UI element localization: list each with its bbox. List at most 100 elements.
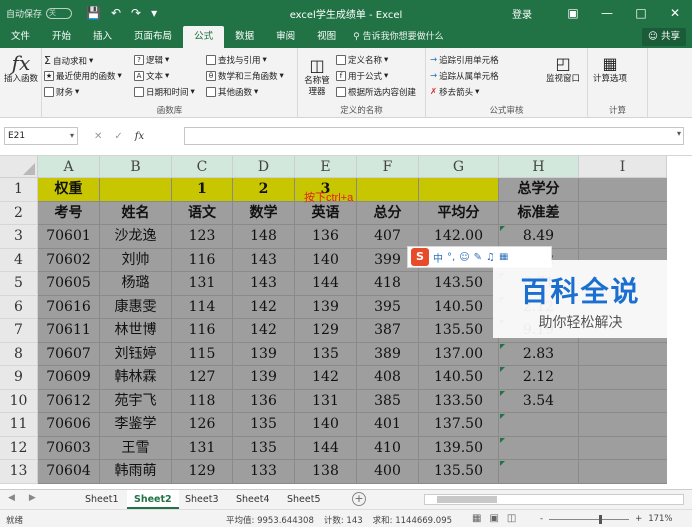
use-in-formula-button[interactable]: f 用于公式 ▾ bbox=[336, 70, 388, 82]
cell-i9[interactable] bbox=[579, 366, 667, 390]
row-header-5[interactable]: 5 bbox=[0, 272, 38, 296]
cell-e10[interactable]: 131 bbox=[295, 389, 357, 413]
cell-c11[interactable]: 126 bbox=[172, 413, 233, 437]
cell-d8[interactable]: 139 bbox=[233, 342, 295, 366]
row-header-13[interactable]: 13 bbox=[0, 460, 38, 484]
ime-mode[interactable]: 中 bbox=[433, 250, 443, 265]
column-header-e[interactable]: E bbox=[295, 156, 357, 178]
cell-a7[interactable]: 70611 bbox=[38, 319, 100, 343]
cell-a3[interactable]: 70601 bbox=[38, 225, 100, 249]
cell-c13[interactable]: 129 bbox=[172, 460, 233, 484]
save-icon[interactable]: 💾 bbox=[86, 6, 101, 20]
cell-g5[interactable]: 143.50 bbox=[419, 272, 499, 296]
cell-f5[interactable]: 418 bbox=[357, 272, 419, 296]
cell-b10[interactable]: 苑宇飞 bbox=[100, 389, 172, 413]
recent-functions-button[interactable]: ★ 最近使用的函数 ▾ bbox=[44, 70, 122, 82]
cell-h1[interactable]: 总学分 bbox=[499, 178, 579, 202]
name-manager-button[interactable]: ◫ 名称管理器 bbox=[300, 56, 334, 98]
cell-g3[interactable]: 142.00 bbox=[419, 225, 499, 249]
insert-function-icon[interactable]: fx bbox=[135, 131, 144, 142]
tab-insert[interactable]: 插入 bbox=[82, 26, 123, 48]
tab-page-layout[interactable]: 页面布局 bbox=[123, 26, 183, 48]
column-header-f[interactable]: F bbox=[357, 156, 419, 178]
cell-h8[interactable]: 2.83 bbox=[499, 342, 579, 366]
cell-i1[interactable] bbox=[579, 178, 667, 202]
column-header-a[interactable]: A bbox=[38, 156, 100, 178]
cell-f2[interactable]: 总分 bbox=[357, 201, 419, 225]
define-name-button[interactable]: 定义名称 ▾ bbox=[336, 54, 388, 66]
cell-c7[interactable]: 116 bbox=[172, 319, 233, 343]
autosave[interactable]: 自动保存 关 bbox=[6, 7, 73, 20]
text-button[interactable]: A 文本 ▾ bbox=[134, 70, 169, 82]
sheet-tab-5[interactable]: Sheet5 bbox=[280, 490, 328, 509]
cell-e13[interactable]: 138 bbox=[295, 460, 357, 484]
cell-g13[interactable]: 135.50 bbox=[419, 460, 499, 484]
cell-f7[interactable]: 387 bbox=[357, 319, 419, 343]
skin-icon[interactable]: ✎ bbox=[474, 252, 482, 263]
cell-d9[interactable]: 139 bbox=[233, 366, 295, 390]
cell-f3[interactable]: 407 bbox=[357, 225, 419, 249]
tab-view[interactable]: 视图 bbox=[306, 26, 347, 48]
other-functions-button[interactable]: 其他函数 ▾ bbox=[206, 86, 258, 98]
row-header-7[interactable]: 7 bbox=[0, 319, 38, 343]
cell-d11[interactable]: 135 bbox=[233, 413, 295, 437]
zoom-in-icon[interactable]: + bbox=[635, 514, 642, 524]
cell-d13[interactable]: 133 bbox=[233, 460, 295, 484]
cell-c6[interactable]: 114 bbox=[172, 295, 233, 319]
cell-e5[interactable]: 144 bbox=[295, 272, 357, 296]
cell-d1[interactable]: 2 bbox=[233, 178, 295, 202]
cell-e12[interactable]: 144 bbox=[295, 436, 357, 460]
sheet-tab-2[interactable]: Sheet2 bbox=[127, 490, 179, 509]
tab-review[interactable]: 审阅 bbox=[265, 26, 306, 48]
ribbon-display-icon[interactable]: ▣ bbox=[556, 6, 590, 20]
cell-c10[interactable]: 118 bbox=[172, 389, 233, 413]
zoom-out-icon[interactable]: - bbox=[540, 514, 543, 524]
math-button[interactable]: θ 数学和三角函数 ▾ bbox=[206, 70, 284, 82]
column-header-g[interactable]: G bbox=[419, 156, 499, 178]
lookup-button[interactable]: 查找与引用 ▾ bbox=[206, 54, 267, 66]
trace-dependents-button[interactable]: → 追踪从属单元格 bbox=[430, 70, 499, 82]
cell-c2[interactable]: 语文 bbox=[172, 201, 233, 225]
close-icon[interactable]: ✕ bbox=[658, 6, 692, 20]
tab-formulas[interactable]: 公式 bbox=[183, 26, 225, 48]
cell-f11[interactable]: 401 bbox=[357, 413, 419, 437]
cell-b13[interactable]: 韩雨萌 bbox=[100, 460, 172, 484]
cell-d3[interactable]: 148 bbox=[233, 225, 295, 249]
remove-arrows-button[interactable]: ✗ 移去箭头 ▾ bbox=[430, 86, 479, 98]
row-header-6[interactable]: 6 bbox=[0, 295, 38, 319]
cell-a2[interactable]: 考号 bbox=[38, 201, 100, 225]
cell-f10[interactable]: 385 bbox=[357, 389, 419, 413]
minimize-icon[interactable]: — bbox=[590, 6, 624, 20]
cell-i3[interactable] bbox=[579, 225, 667, 249]
cell-c3[interactable]: 123 bbox=[172, 225, 233, 249]
financial-button[interactable]: 财务 ▾ bbox=[44, 86, 79, 98]
cell-a8[interactable]: 70607 bbox=[38, 342, 100, 366]
tab-file[interactable]: 文件 bbox=[0, 26, 41, 48]
cell-i11[interactable] bbox=[579, 413, 667, 437]
cell-b8[interactable]: 刘钰婷 bbox=[100, 342, 172, 366]
cell-b2[interactable]: 姓名 bbox=[100, 201, 172, 225]
row-header-10[interactable]: 10 bbox=[0, 389, 38, 413]
cell-b5[interactable]: 杨璐 bbox=[100, 272, 172, 296]
page-layout-icon[interactable]: ▣ bbox=[489, 513, 498, 524]
cell-a1[interactable]: 权重 bbox=[38, 178, 100, 202]
maximize-icon[interactable]: □ bbox=[624, 6, 658, 20]
cell-h10[interactable]: 3.54 bbox=[499, 389, 579, 413]
cell-a4[interactable]: 70602 bbox=[38, 248, 100, 272]
cell-b6[interactable]: 康惠雯 bbox=[100, 295, 172, 319]
column-header-b[interactable]: B bbox=[100, 156, 172, 178]
column-header-c[interactable]: C bbox=[172, 156, 233, 178]
add-sheet-icon[interactable]: + bbox=[352, 492, 366, 506]
cell-g2[interactable]: 平均分 bbox=[419, 201, 499, 225]
row-header-8[interactable]: 8 bbox=[0, 342, 38, 366]
cell-c4[interactable]: 116 bbox=[172, 248, 233, 272]
name-box[interactable]: E21 ▾ bbox=[4, 127, 78, 145]
create-from-selection-button[interactable]: 根据所选内容创建 bbox=[336, 86, 416, 98]
row-header-11[interactable]: 11 bbox=[0, 413, 38, 437]
cell-d12[interactable]: 135 bbox=[233, 436, 295, 460]
tab-data[interactable]: 数据 bbox=[224, 26, 265, 48]
chevron-down-icon[interactable]: ▾ bbox=[70, 128, 74, 144]
formula-input[interactable]: ▾ bbox=[184, 127, 684, 145]
cell-i8[interactable] bbox=[579, 342, 667, 366]
cell-g12[interactable]: 139.50 bbox=[419, 436, 499, 460]
